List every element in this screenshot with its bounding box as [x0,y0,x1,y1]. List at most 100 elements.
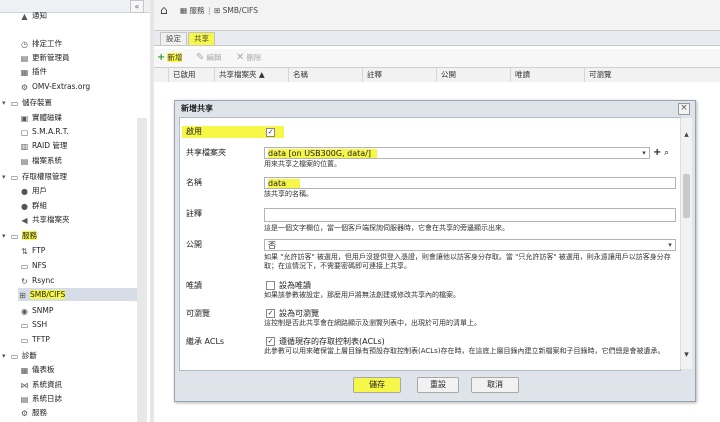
sidebar-item-nfs[interactable]: ▭ NFS [20,259,47,272]
sidebar-item-smb-cifs[interactable]: ⊞ SMB/CIFS [18,288,137,301]
enable-checkbox[interactable]: ✓ [266,128,275,137]
sidebar-item-raid[interactable]: ▥ RAID 管理 [20,139,68,152]
chevron-down-icon[interactable]: ▾ [639,148,649,158]
delete-button[interactable]: ✕ 刪除 [236,52,261,64]
tab-bar: 設定 共享 [154,31,720,46]
collapse-arrow-icon: ▾ [2,99,6,107]
browseable-checkbox[interactable]: ✓ [266,309,275,318]
column-comment[interactable]: 註釋 [362,68,439,82]
sidebar-item-plugins[interactable]: ▦ 插件 [20,65,47,78]
sidebar-item-tftp[interactable]: ▭ TFTP [20,333,50,346]
windows-icon: ⊞ [214,6,223,15]
save-button[interactable]: 儲存 [353,377,401,393]
sidebar-item-omv-extras[interactable]: ⚙ OMV-Extras.org [20,80,90,93]
sidebar-group-storage[interactable]: ▾ ▭ 儲存裝置 [2,96,52,109]
readonly-check-label: 設為唯讀 [279,281,311,290]
column-browseable[interactable]: 可瀏覽 [584,68,661,82]
filesystem-icon: ▤ [20,157,29,166]
snmp-icon: ◉ [21,307,28,316]
dialog-scrollbar[interactable]: ▴ ▾ [680,118,692,369]
clock-icon: ◷ [21,40,28,49]
column-enabled[interactable]: 已啟用 [168,68,217,82]
dialog-footer: 儲存 重設 取消 [179,373,691,395]
sidebar-collapse-button[interactable]: « [130,0,144,13]
log-icon: ▤ [20,395,29,404]
nfs-icon: ▭ [20,262,29,271]
info-icon: ⋈ [20,381,29,390]
breadcrumb-services[interactable]: ▦ 服務 [180,5,204,16]
reset-button[interactable]: 重設 [417,377,459,393]
name-help: 該共享的名稱。 [264,190,313,198]
sidebar-item-system-logs[interactable]: ▤ 系統日誌 [20,392,62,405]
sidebar-item-dashboard[interactable]: ▦ 儀表板 [20,363,55,376]
readonly-help: 如果該參數被設定，那麼用戶將無法創建或修改共享內的檔案。 [264,291,460,299]
add-folder-icon[interactable]: + [653,147,661,159]
folder-icon: ▭ [10,173,19,182]
shared-folder-select[interactable]: data [on USB300G, data/] ▾ [264,147,650,159]
sidebar-item-shared-folders[interactable]: ◀ 共享檔案夾 [20,213,69,226]
breadcrumb-smb-cifs[interactable]: ⊞ SMB/CIFS [214,5,258,16]
browseable-check-label: 設為可瀏覽 [279,309,319,318]
grid-header: 已啟用 共享檔案夾 ▲ 名稱 註釋 公開 唯讀 可瀏覽 [154,67,720,83]
acls-help: 此參數可以用來確保當上層目錄有預設存取控制表(ACLs)存在時，在這底上層目錄內… [264,347,665,355]
acls-checkbox[interactable]: ✓ [266,337,275,346]
folder-icon: ▭ [10,352,19,361]
sidebar-item-update-manager[interactable]: ▤ 更新管理員 [20,51,70,64]
sidebar-group-diagnostics[interactable]: ▾ ▭ 診斷 [2,349,37,362]
breadcrumb: ⌂ ▦ 服務 | ⊞ SMB/CIFS [154,0,720,31]
home-icon[interactable]: ⌂ [160,4,174,16]
column-shared-folder[interactable]: 共享檔案夾 ▲ [214,68,291,82]
sidebar-item-ftp[interactable]: ⇅ FTP [20,244,45,257]
cancel-button[interactable]: 取消 [471,377,519,393]
sidebar-item-system-info[interactable]: ⋈ 系統資訊 [20,378,63,391]
sidebar-group-access-rights[interactable]: ▾ ▭ 存取權限管理 [2,170,67,183]
sidebar-item-groups[interactable]: ● 群組 [20,199,47,212]
close-icon[interactable]: × [678,103,690,115]
public-select[interactable]: 否 ▾ [264,239,676,251]
sidebar-item-ssh[interactable]: ▭ SSH [20,318,47,331]
dialog-title: 新增共享 [181,104,213,113]
scroll-thumb[interactable] [683,174,690,218]
acls-label: 繼承 ACLs [186,337,225,346]
ftp-icon: ⇅ [21,247,28,256]
share-icon: ◀ [21,216,28,225]
tab-shares[interactable]: 共享 [188,32,215,45]
browseable-label: 可瀏覽 [186,309,210,318]
column-name[interactable]: 名稱 [288,68,365,82]
comment-help: 這是一個文字欄位，當一個客戶端探詢伺服器時，它會在共享的旁邊顯示出來。 [264,224,509,232]
dialog-form: 啟用 ✓ 共享檔案夾 data [on USB300G, data/] ▾ + … [179,117,681,371]
sidebar-item-filesystems[interactable]: ▤ 檔案系統 [20,154,62,167]
plus-icon: + [157,52,166,63]
sidebar-group-services[interactable]: ▾ ▭ 服務 [2,229,37,242]
sidebar-item-snmp[interactable]: ◉ SNMP [20,304,53,317]
sidebar-scrollbar[interactable] [137,118,147,422]
search-icon[interactable]: ⌕ [664,147,669,159]
sidebar-item-smart[interactable]: ▢ S.M.A.R.T. [20,125,69,138]
tftp-icon: ▭ [20,336,29,345]
tab-settings[interactable]: 設定 [160,32,187,45]
sidebar-item-users[interactable]: ● 用戶 [20,184,47,197]
comment-input[interactable] [264,208,676,222]
breadcrumb-separator: | [208,6,211,15]
public-help: 如果 "允許訪客" 被選用，但用戶沒提供登入憑證，則會讓他以訪客身分存取。當 "… [264,253,671,270]
public-label: 公開 [186,240,202,249]
name-input[interactable]: data [264,177,676,189]
sidebar-item-physical-disks[interactable]: ▣ 實體磁碟 [20,111,62,124]
sidebar-item-rsync[interactable]: ↻ Rsync [20,274,54,287]
sidebar-item-scheduled-jobs[interactable]: ◷ 排定工作 [20,37,62,50]
scroll-down-icon[interactable]: ▾ [681,350,692,360]
column-readonly[interactable]: 唯讀 [510,68,587,82]
rsync-icon: ↻ [21,277,28,286]
chevron-down-icon[interactable]: ▾ [665,240,675,250]
smart-icon: ▢ [20,128,29,137]
sidebar-item-services-diag[interactable]: ⚙ 服務 [20,406,47,419]
scroll-up-icon[interactable]: ▴ [681,130,692,140]
readonly-checkbox[interactable] [266,281,275,290]
add-button[interactable]: + 新增 [157,52,183,64]
column-public[interactable]: 公開 [436,68,513,82]
edit-button[interactable]: ✎ 編輯 [196,52,221,64]
sidebar-item-notification[interactable]: ▲ 通知 [20,12,47,20]
comment-label: 註釋 [186,209,202,218]
update-icon: ▤ [20,54,29,63]
folder-icon: ▭ [10,99,19,108]
